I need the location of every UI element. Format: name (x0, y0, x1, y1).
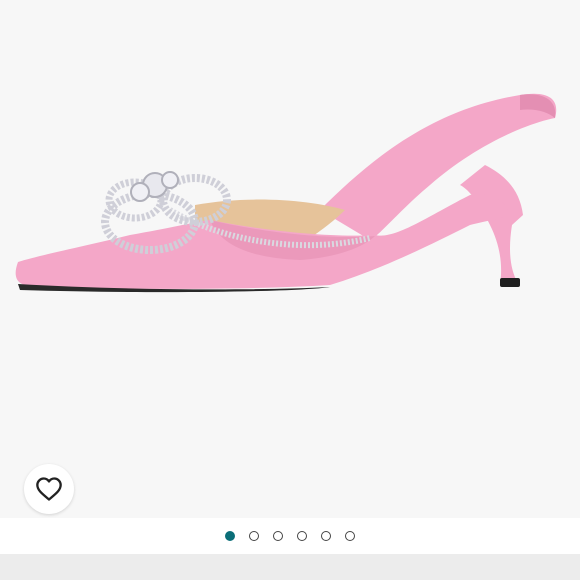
heart-outline-icon (36, 477, 62, 501)
pager-dot[interactable] (249, 531, 259, 541)
heel-tip (500, 278, 520, 287)
divider-strip (0, 554, 580, 580)
pink-satin-crystal-bow-mule-icon (15, 93, 557, 293)
pager-dot[interactable] (345, 531, 355, 541)
pager-dot[interactable] (297, 531, 307, 541)
product-image-gallery[interactable] (0, 0, 580, 518)
like-button[interactable] (24, 464, 74, 514)
pager-dot[interactable] (321, 531, 331, 541)
image-pager (0, 518, 580, 554)
pager-dot[interactable] (273, 531, 283, 541)
pager-dot[interactable] (225, 531, 235, 541)
